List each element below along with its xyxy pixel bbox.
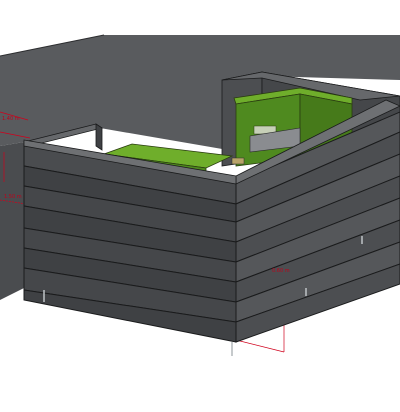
dim-label-1: 1.40 m xyxy=(2,116,20,122)
dim-label-2: 1.50 m xyxy=(4,194,22,200)
dim-label-3: 0.60 m xyxy=(272,268,290,274)
3d-viewport[interactable]: 1.40 m 1.50 m 0.60 m xyxy=(0,0,400,412)
scene-canvas: 1.40 m 1.50 m 0.60 m xyxy=(0,34,400,356)
